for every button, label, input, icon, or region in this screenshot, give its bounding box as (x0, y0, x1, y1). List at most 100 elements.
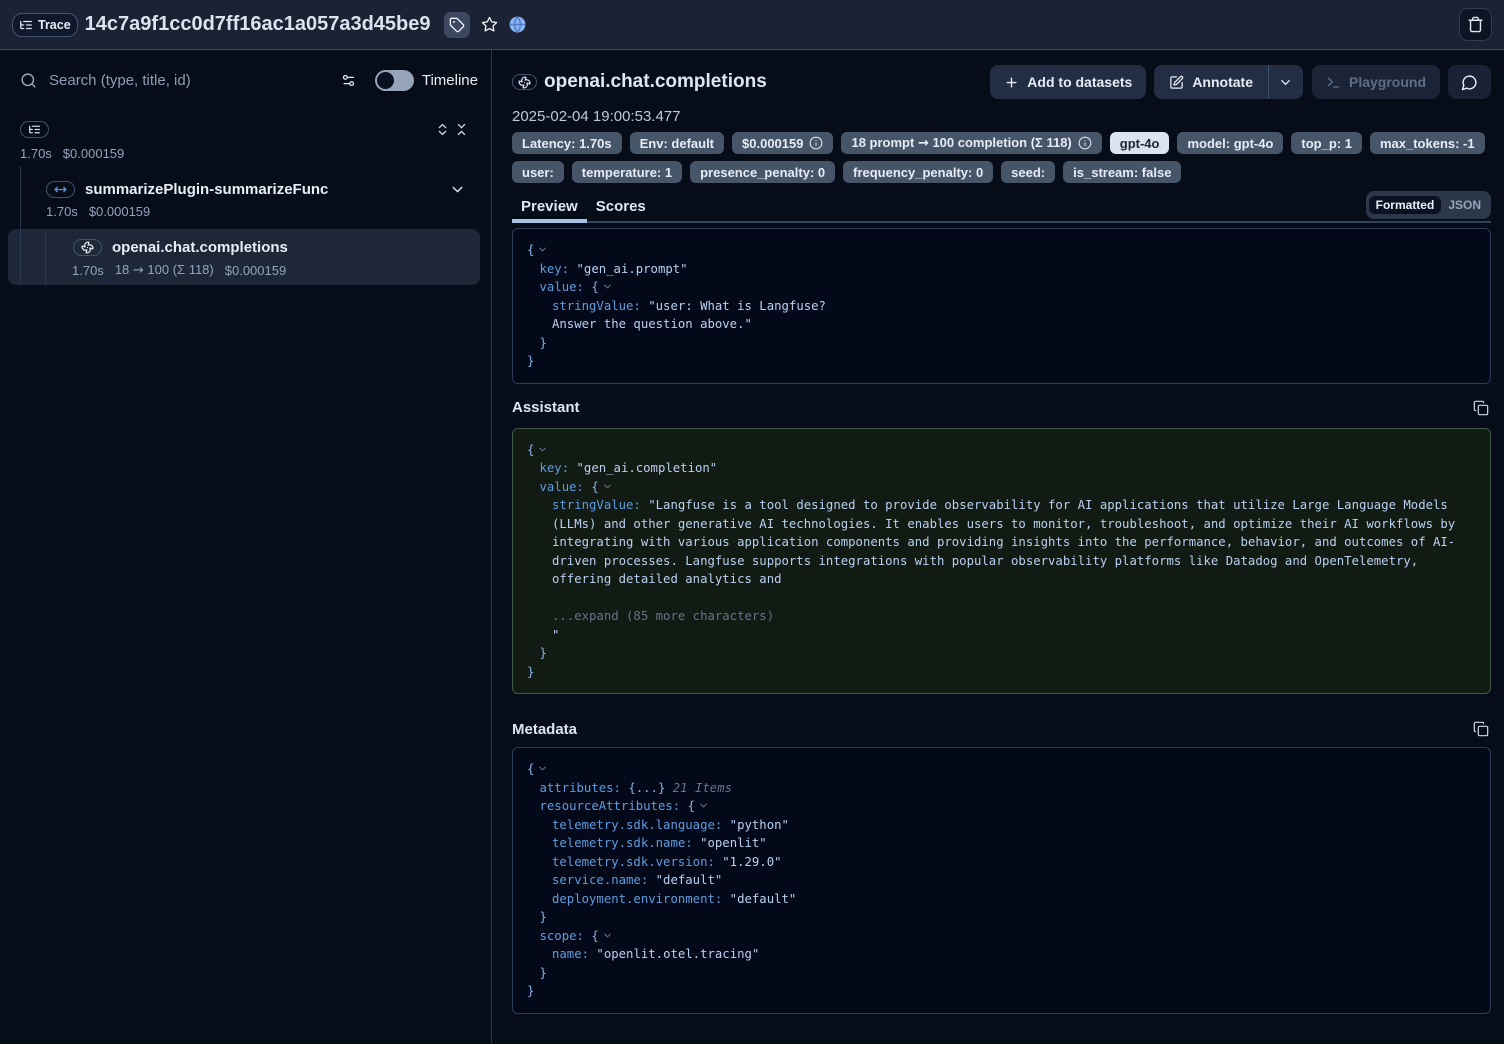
filter-settings-icon[interactable] (341, 73, 356, 88)
tree-node-span[interactable]: summarizePlugin-summarizeFunc 1.70s $0.0… (46, 177, 480, 220)
code-segment: scope: (540, 929, 584, 943)
code-segment: { (591, 480, 598, 494)
collapse-caret-icon[interactable] (537, 244, 548, 255)
code-segment: integrating with various application com… (552, 535, 1455, 549)
collapse-all-button[interactable] (454, 122, 469, 137)
code-line: ...expand (85 more characters) (527, 607, 1476, 626)
code-segment: ...expand (85 more characters) (552, 609, 774, 623)
observation-title-group: openai.chat.completions (512, 71, 990, 93)
generation-node-title: openai.chat.completions (112, 239, 288, 256)
code-segment: service.name: (552, 873, 648, 887)
format-option-json[interactable]: JSON (1441, 196, 1488, 214)
code-segment: } (540, 336, 547, 350)
observation-tree: 1.70s $0.000159 summarizePlugin-summariz… (0, 104, 491, 285)
code-segment: "Langfuse is a tool designed to provide … (641, 498, 1448, 512)
chevrons-up-down-icon (435, 122, 450, 137)
code-segment: } (540, 966, 547, 980)
collapse-caret-icon[interactable] (602, 281, 613, 292)
collapse-caret-icon[interactable] (602, 481, 613, 492)
fan-icon (81, 241, 94, 254)
metric-badge: seed: (1001, 161, 1055, 183)
public-share-button[interactable] (505, 12, 531, 38)
code-line: stringValue: "user: What is Langfuse? (527, 297, 1476, 316)
tree-node-generation-selected[interactable]: openai.chat.completions 1.70s 18 → 100 (… (8, 229, 480, 285)
trash-icon (1467, 16, 1484, 33)
code-line: } (527, 644, 1476, 663)
list-tree-icon (28, 123, 41, 136)
delete-trace-button[interactable] (1459, 8, 1492, 41)
code-segment: "python" (722, 818, 789, 832)
code-line (527, 589, 1476, 608)
annotate-dropdown-button[interactable] (1269, 65, 1303, 99)
tree-guide-line (20, 166, 21, 285)
copy-metadata-button[interactable] (1473, 721, 1489, 737)
metric-badge: max_tokens: -1 (1370, 132, 1485, 154)
add-to-datasets-label: Add to datasets (1027, 74, 1132, 90)
code-line: " (527, 626, 1476, 645)
info-icon[interactable] (809, 136, 823, 150)
code-line: { (527, 241, 1476, 260)
tag-icon (449, 17, 465, 33)
assistant-section-label: Assistant (512, 399, 580, 416)
code-line: } (527, 964, 1476, 983)
bookmark-star-button[interactable] (477, 12, 503, 38)
chevron-down-icon (1278, 75, 1293, 90)
trace-type-label: Trace (38, 18, 71, 32)
metric-badge: $0.000159 (732, 132, 833, 154)
collapse-caret-icon[interactable] (537, 444, 548, 455)
metadata-json-block: {attributes: {...} 21 ItemsresourceAttri… (512, 747, 1491, 1014)
tree-node-row (20, 117, 480, 141)
add-to-datasets-button[interactable]: Add to datasets (990, 65, 1146, 99)
code-segment: {...} (628, 781, 665, 795)
chevron-down-icon (449, 181, 466, 198)
observation-detail-panel: openai.chat.completions Add to datasets (492, 50, 1504, 1044)
annotate-button[interactable]: Annotate (1154, 65, 1268, 99)
search-icon (20, 72, 37, 89)
expand-all-button[interactable] (435, 122, 450, 137)
detail-tabs: Preview Scores Formatted JSON (512, 192, 1491, 223)
tree-node-row: summarizePlugin-summarizeFunc (46, 177, 480, 201)
annotate-label: Annotate (1192, 74, 1253, 90)
timeline-toggle[interactable] (375, 70, 414, 91)
collapse-caret-icon[interactable] (698, 800, 709, 811)
metric-badge: Latency: 1.70s (512, 132, 622, 154)
trace-type-badge[interactable]: Trace (12, 13, 78, 37)
trace-node-icon-pill (20, 121, 49, 138)
code-line: resourceAttributes: { (527, 797, 1476, 816)
tree-node-trace[interactable]: 1.70s $0.000159 (20, 117, 480, 162)
code-segment: { (527, 243, 534, 257)
comments-button[interactable] (1448, 65, 1491, 99)
code-line: { (527, 760, 1476, 779)
code-line: } (527, 908, 1476, 927)
playground-button[interactable]: Playground (1312, 65, 1440, 99)
info-icon[interactable] (1078, 136, 1092, 150)
tag-button[interactable] (444, 12, 470, 38)
code-line: value: { (527, 278, 1476, 297)
badge-label: max_tokens: -1 (1380, 136, 1475, 151)
code-segment: " (552, 628, 559, 642)
arrow-right-glyph: → (133, 263, 144, 278)
star-icon (481, 16, 498, 33)
code-segment: key: (540, 262, 570, 276)
code-line: deployment.environment: "default" (527, 890, 1476, 909)
collapse-node-button[interactable] (449, 181, 466, 198)
code-line: integrating with various application com… (527, 533, 1476, 552)
message-circle-icon (1461, 74, 1478, 91)
search-input[interactable]: Search (type, title, id) (49, 72, 341, 89)
generation-cost: $0.000159 (225, 263, 286, 278)
copy-assistant-button[interactable] (1473, 400, 1489, 416)
collapse-caret-icon[interactable] (602, 930, 613, 941)
code-line: offering detailed analytics and (527, 570, 1476, 589)
code-segment: "user: What is Langfuse? (641, 299, 826, 313)
tab-preview[interactable]: Preview (512, 192, 587, 221)
tab-scores[interactable]: Scores (587, 192, 655, 221)
collapse-caret-icon[interactable] (537, 763, 548, 774)
badge-label: gpt-4o (1120, 136, 1160, 151)
tree-node-row: openai.chat.completions (74, 235, 472, 259)
generation-icon-pill (512, 74, 537, 90)
langfuse-trace-page: Trace 14c7a9f1cc0d7ff16ac1a057a3d45be9 (0, 0, 1504, 1044)
metric-badge: gpt-4o (1110, 132, 1170, 154)
code-segment: "openlit.otel.tracing" (589, 947, 759, 961)
observation-title: openai.chat.completions (544, 71, 767, 93)
format-option-formatted[interactable]: Formatted (1369, 196, 1442, 214)
